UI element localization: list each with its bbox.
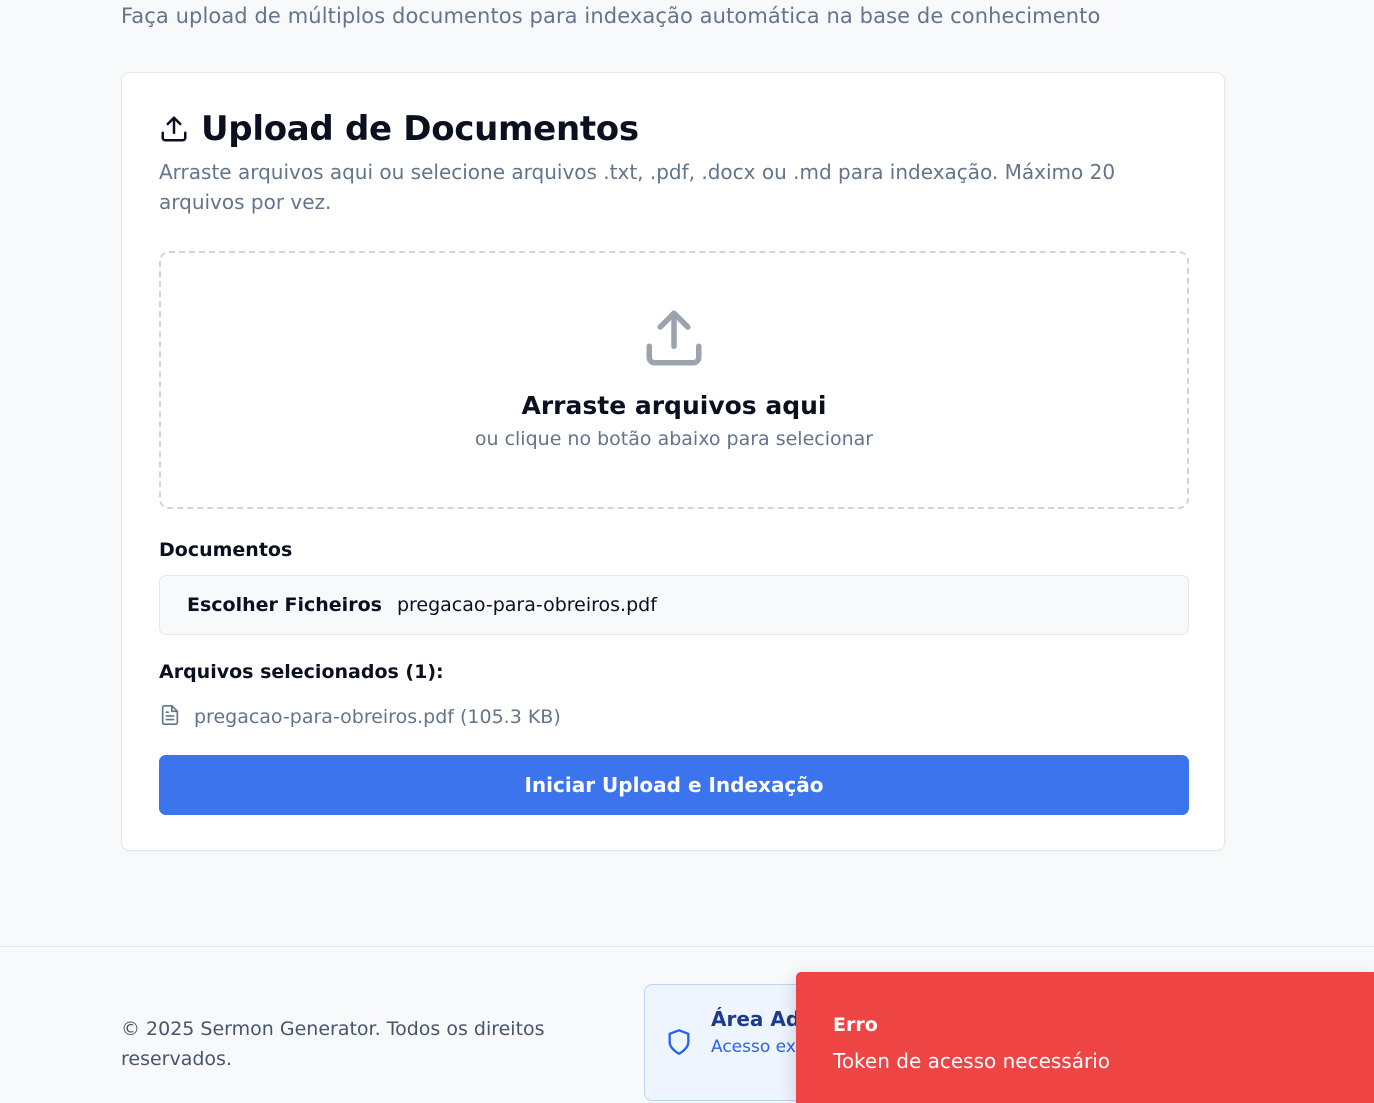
page: Faça upload de múltiplos documentos para… <box>0 0 1374 1103</box>
dropzone-hint: ou clique no botão abaixo para seleciona… <box>474 428 874 450</box>
card-description: Arraste arquivos aqui ou selecione arqui… <box>159 160 1116 214</box>
list-item: pregacao-para-obreiros.pdf (105.3 KB) <box>159 703 561 731</box>
upload-icon <box>159 114 189 144</box>
file-dropzone[interactable]: Arraste arquivos aqui ou clique no botão… <box>159 251 1189 509</box>
dropzone-title: Arraste arquivos aqui <box>521 391 827 420</box>
error-toast[interactable]: Erro Token de acesso necessário <box>796 972 1374 1103</box>
file-input[interactable]: Escolher Ficheiros pregacao-para-obreiro… <box>159 575 1189 635</box>
choose-files-button[interactable]: Escolher Ficheiros <box>187 594 382 616</box>
shield-icon <box>665 1027 693 1061</box>
page-subtitle: Faça upload de múltiplos documentos para… <box>121 4 1101 28</box>
footer-divider <box>0 946 1374 947</box>
chosen-file-name: pregacao-para-obreiros.pdf <box>396 594 657 616</box>
upload-icon <box>641 305 707 375</box>
card-header: Upload de Documentos <box>159 109 639 149</box>
toast-message: Token de acesso necessário <box>833 1049 1111 1073</box>
selected-file-text: pregacao-para-obreiros.pdf (105.3 KB) <box>194 706 561 728</box>
card-title: Upload de Documentos <box>201 109 639 149</box>
toast-title: Erro <box>833 1014 878 1036</box>
footer-copyright: © 2025 Sermon Generator. Todos os direit… <box>121 1018 545 1070</box>
selected-files-label: Arquivos selecionados (1): <box>159 661 444 683</box>
upload-card: Upload de Documentos Arraste arquivos aq… <box>121 72 1225 851</box>
file-text-icon <box>159 703 181 731</box>
documents-label: Documentos <box>159 539 293 561</box>
start-upload-button[interactable]: Iniciar Upload e Indexação <box>159 755 1189 815</box>
